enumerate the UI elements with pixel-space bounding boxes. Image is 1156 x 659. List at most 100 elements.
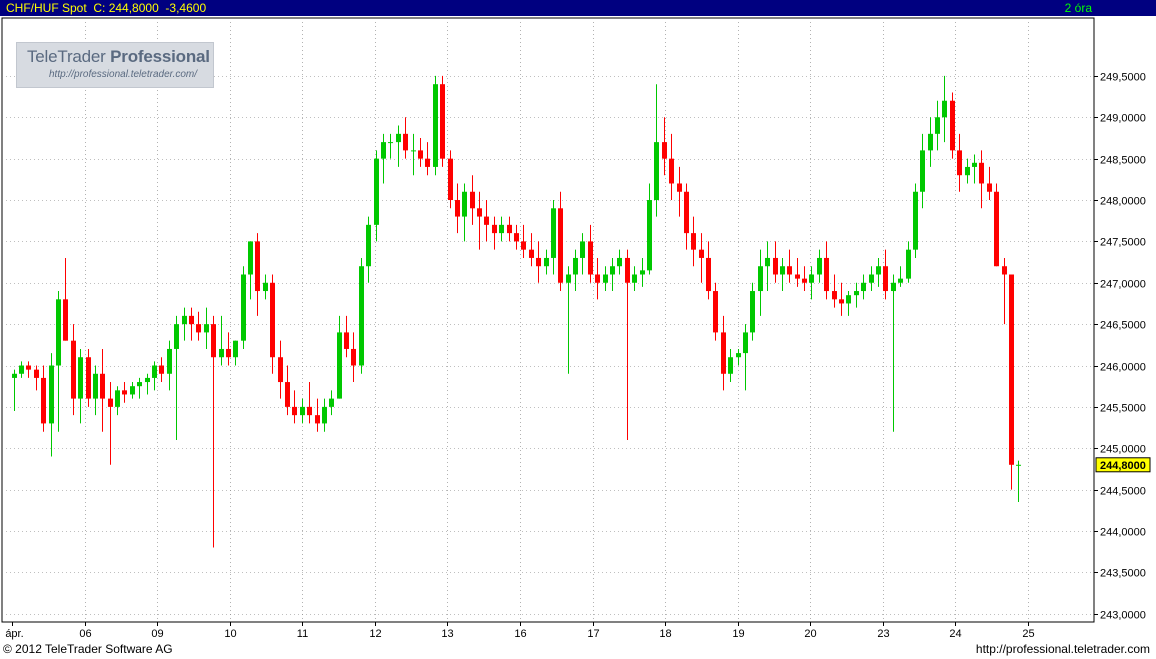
y-tick-label: 248,0000 [1100,196,1146,208]
candle-body [625,257,630,283]
candle-body [824,257,829,292]
candle-body [411,150,416,152]
candle-body [883,266,888,292]
candle-body [529,249,534,258]
candle-body [433,84,438,167]
candle-body [396,133,401,143]
y-tick-label: 246,0000 [1100,362,1146,374]
candle-body [972,162,977,167]
candle-body [950,100,955,151]
candle-body [558,208,563,283]
candle-body [588,241,593,275]
x-tick-label: 09 [151,628,163,640]
candle-body [1016,464,1021,466]
candle-body [795,274,800,279]
candle-body [869,274,874,283]
x-tick-label: 17 [587,628,599,640]
y-tick-label: 243,5000 [1100,568,1146,580]
chart-area[interactable]: 243,0000 243,5000 244,0000 244,5000 245,0000… [0,16,1154,640]
candle-body [300,406,305,416]
candle-body [49,365,54,424]
candle-body [987,183,992,192]
change-value: -3,4600 [165,1,207,15]
chart-footer: © 2012 TeleTrader Software AG http://pro… [0,640,1156,659]
candle-body [381,142,386,159]
candle-body [34,369,39,378]
close-value: C: 244,8000 [93,1,159,15]
x-tick-label: ápr. [5,628,23,640]
candle-body [388,142,393,144]
y-tick-label: 245,5000 [1100,403,1146,415]
candle-body [448,158,453,201]
footer-link[interactable]: http://professional.teletrader.com [976,640,1150,659]
candle-body [544,257,549,267]
grid-lines [1,17,1095,623]
candle-body [906,249,911,279]
candle-body [145,377,150,383]
candle-body [765,257,770,267]
candle-body [196,324,201,333]
candle-body [159,365,164,374]
candle-body [93,373,98,399]
candle-body [130,386,135,395]
candle-body [115,390,120,407]
x-tick-label: 11 [297,628,308,640]
candle-body [241,274,246,341]
candle-body [322,406,327,424]
candle-body [455,200,460,217]
candle-body [307,406,312,416]
candle-body [861,282,866,292]
teletrader-logo: TeleTrader Professional http://professio… [16,42,214,88]
candle-body [669,158,674,184]
y-tick-label: 247,0000 [1100,279,1146,291]
candle-body [706,257,711,292]
x-tick-label: 06 [79,628,91,640]
candle-body [876,266,881,275]
candle-body [839,299,844,304]
candle-body [484,216,489,225]
candle-body [366,224,371,267]
candle-body [19,365,24,374]
last-price-label: 244,8000 [1100,460,1146,472]
candle-body [773,257,778,275]
candle-body [920,150,925,192]
candle-body [56,299,61,366]
candle-body [351,348,356,366]
candle-body [174,324,179,349]
candlestick-chart[interactable]: 243,0000 243,5000 244,0000 244,5000 245,0000… [0,16,1154,640]
candle-body [632,274,637,283]
candle-body [699,249,704,258]
x-tick-label: 10 [224,628,236,640]
candle-body [418,150,423,159]
candle-body [514,233,519,242]
candle-body [942,100,947,118]
candle-body [219,348,224,358]
candle-body [108,398,113,407]
candle-body [492,224,497,234]
candle-body [137,382,142,387]
candle-body [617,257,622,267]
axes: 243,0000 243,5000 244,0000 244,5000 245,0000… [5,72,1151,640]
candle-body [248,241,253,275]
candle-body [640,270,645,275]
candle-body [957,150,962,176]
candle-body [233,340,238,358]
candle-body [167,348,172,374]
candle-body [1002,266,1007,275]
copyright-text: © 2012 TeleTrader Software AG [3,642,173,656]
candle-body [329,398,334,407]
x-tick-label: 18 [659,628,671,640]
candle-body [610,266,615,275]
candle-body [750,291,755,333]
candle-body [684,191,689,234]
instrument-title: CHF/HUF Spot C: 244,8000 -3,4600 [6,1,207,15]
candle-body [359,266,364,366]
candle-body [63,299,68,341]
y-tick-label: 244,0000 [1100,527,1146,539]
candle-body [521,241,526,250]
candle-body [846,295,851,304]
candle-body [809,274,814,283]
candle-body [573,257,578,275]
candle-body [425,158,430,167]
candle-body [499,224,504,234]
